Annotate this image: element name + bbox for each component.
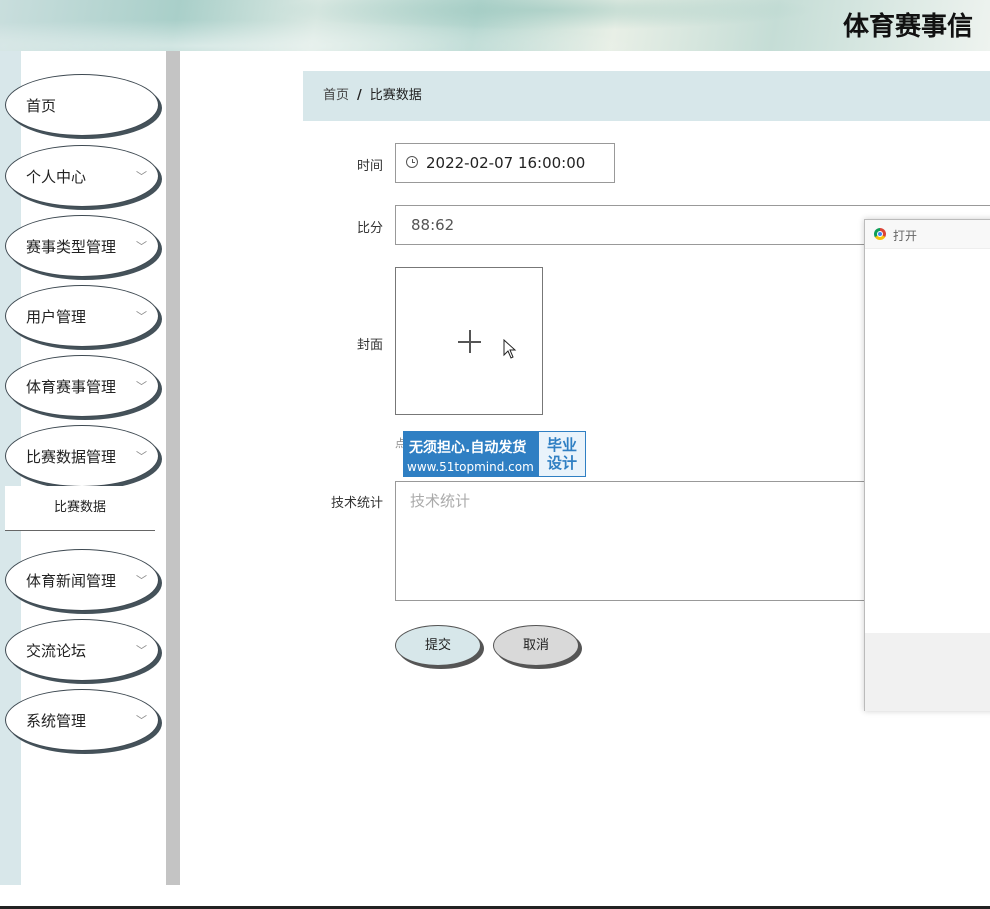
chrome-icon: [874, 228, 886, 240]
breadcrumb: 首页 / 比赛数据: [303, 71, 990, 121]
watermark-stamp-line1: 毕业: [546, 436, 577, 454]
dialog-title: 打开: [893, 229, 918, 243]
mouse-cursor-icon: [503, 339, 517, 359]
sidebar-item-label: 交流论坛: [26, 642, 87, 660]
chevron-down-icon: ﹀: [136, 714, 147, 727]
sidebar-subitem-match-data[interactable]: 比赛数据: [5, 486, 155, 531]
sidebar-item-sports-events[interactable]: 体育赛事管理 ﹀: [5, 355, 159, 417]
chevron-down-icon: ﹀: [136, 450, 147, 463]
watermark-url: www.51topmind.com: [407, 460, 534, 474]
chevron-down-icon: ﹀: [136, 574, 147, 587]
sidebar-item-label: 系统管理: [26, 712, 87, 730]
chevron-down-icon: ﹀: [136, 170, 147, 183]
breadcrumb-home[interactable]: 首页: [323, 88, 349, 103]
submit-button[interactable]: 提交: [395, 625, 481, 666]
header-banner: 体育赛事信: [0, 0, 990, 51]
sidebar-item-home[interactable]: 首页: [5, 74, 159, 136]
time-input[interactable]: [426, 154, 606, 172]
dialog-footer: [865, 633, 990, 711]
cancel-button[interactable]: 取消: [493, 625, 579, 666]
dialog-titlebar[interactable]: 打开: [865, 220, 990, 249]
watermark-stamp: 毕业 设计: [539, 432, 585, 476]
chevron-down-icon: ﹀: [136, 644, 147, 657]
sidebar-item-label: 个人中心: [26, 168, 87, 186]
sidebar-item-match-data[interactable]: 比赛数据管理 ﹀: [5, 425, 159, 487]
chevron-down-icon: ﹀: [136, 310, 147, 323]
chevron-down-icon: ﹀: [136, 380, 147, 393]
stats-label: 技术统计: [330, 496, 383, 511]
time-picker[interactable]: [395, 143, 615, 183]
sidebar: 首页 个人中心 ﹀ 赛事类型管理 ﹀ 用户管理 ﹀ 体育赛事管理 ﹀ 比赛数据管…: [0, 51, 166, 885]
sidebar-item-sports-news[interactable]: 体育新闻管理 ﹀: [5, 549, 159, 611]
sidebar-scrollbar[interactable]: [166, 51, 180, 885]
sidebar-item-forum[interactable]: 交流论坛 ﹀: [5, 619, 159, 681]
plus-icon-vertical: [469, 330, 471, 353]
sidebar-item-label: 体育新闻管理: [26, 572, 117, 590]
open-file-dialog[interactable]: 打开: [864, 219, 990, 711]
sidebar-item-users[interactable]: 用户管理 ﹀: [5, 285, 159, 347]
clock-icon: [406, 156, 418, 168]
cover-upload[interactable]: [395, 267, 543, 415]
watermark-badge: 无须担心.自动发货 www.51topmind.com 毕业 设计: [403, 431, 586, 477]
sidebar-item-label: 体育赛事管理: [26, 378, 117, 396]
chevron-down-icon: ﹀: [136, 240, 147, 253]
breadcrumb-current: 比赛数据: [369, 88, 422, 103]
sidebar-item-label: 赛事类型管理: [26, 238, 117, 256]
sidebar-item-label: 用户管理: [26, 308, 87, 326]
watermark-text-block: 无须担心.自动发货 www.51topmind.com: [404, 432, 538, 476]
sidebar-item-label: 比赛数据管理: [26, 448, 117, 466]
score-label: 比分: [356, 221, 383, 236]
sidebar-item-label: 首页: [26, 97, 57, 115]
sidebar-item-event-types[interactable]: 赛事类型管理 ﹀: [5, 215, 159, 277]
time-label: 时间: [356, 159, 383, 174]
sidebar-item-system[interactable]: 系统管理 ﹀: [5, 689, 159, 751]
site-title: 体育赛事信: [843, 12, 974, 42]
watermark-slogan: 无须担心.自动发货: [409, 440, 527, 456]
breadcrumb-separator: /: [357, 88, 362, 103]
sidebar-item-personal-center[interactable]: 个人中心 ﹀: [5, 145, 159, 207]
cover-label: 封面: [356, 338, 383, 353]
watermark-stamp-line2: 设计: [546, 454, 577, 472]
